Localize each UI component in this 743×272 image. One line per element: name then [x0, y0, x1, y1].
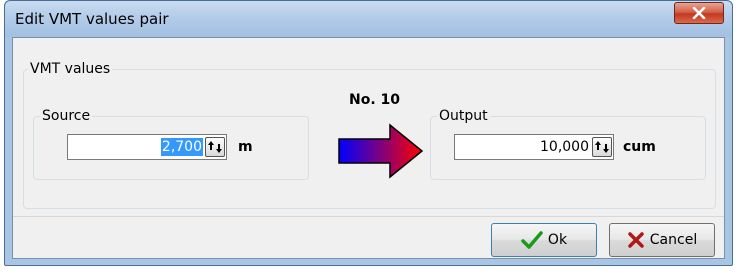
- checkmark-icon: [521, 231, 543, 249]
- output-unit: cum: [623, 139, 656, 155]
- divider: [13, 216, 724, 217]
- ok-label: Ok: [547, 232, 568, 248]
- gradient-right-arrow-icon: [338, 123, 424, 179]
- cancel-label: Cancel: [649, 232, 698, 248]
- ok-button[interactable]: Ok: [491, 223, 597, 257]
- close-button[interactable]: [674, 2, 724, 24]
- dialog-window: Edit VMT values pair VMT values No. 10 S…: [4, 0, 733, 266]
- source-legend: Source: [42, 108, 91, 124]
- source-value[interactable]: 2,700: [160, 138, 203, 156]
- output-value[interactable]: 10,000: [540, 139, 589, 155]
- vmt-values-legend: VMT values: [30, 61, 111, 77]
- source-spin-button[interactable]: [205, 137, 225, 157]
- dialog-body: VMT values No. 10 Source 2,700 m Output …: [12, 37, 725, 259]
- pair-number-label: No. 10: [349, 92, 401, 108]
- source-unit: m: [238, 139, 253, 155]
- dialog-title: Edit VMT values pair: [15, 10, 169, 28]
- output-spin-button[interactable]: [592, 137, 612, 157]
- output-spin-field[interactable]: 10,000: [454, 134, 614, 160]
- title-bar[interactable]: Edit VMT values pair: [5, 1, 732, 37]
- output-legend: Output: [439, 108, 488, 124]
- x-cross-icon: [628, 232, 644, 248]
- spin-arrows-icon: [595, 141, 609, 153]
- spin-arrows-icon: [208, 141, 222, 153]
- source-spin-field[interactable]: 2,700: [67, 134, 227, 160]
- close-x-icon: [692, 7, 706, 19]
- cancel-button[interactable]: Cancel: [609, 223, 715, 257]
